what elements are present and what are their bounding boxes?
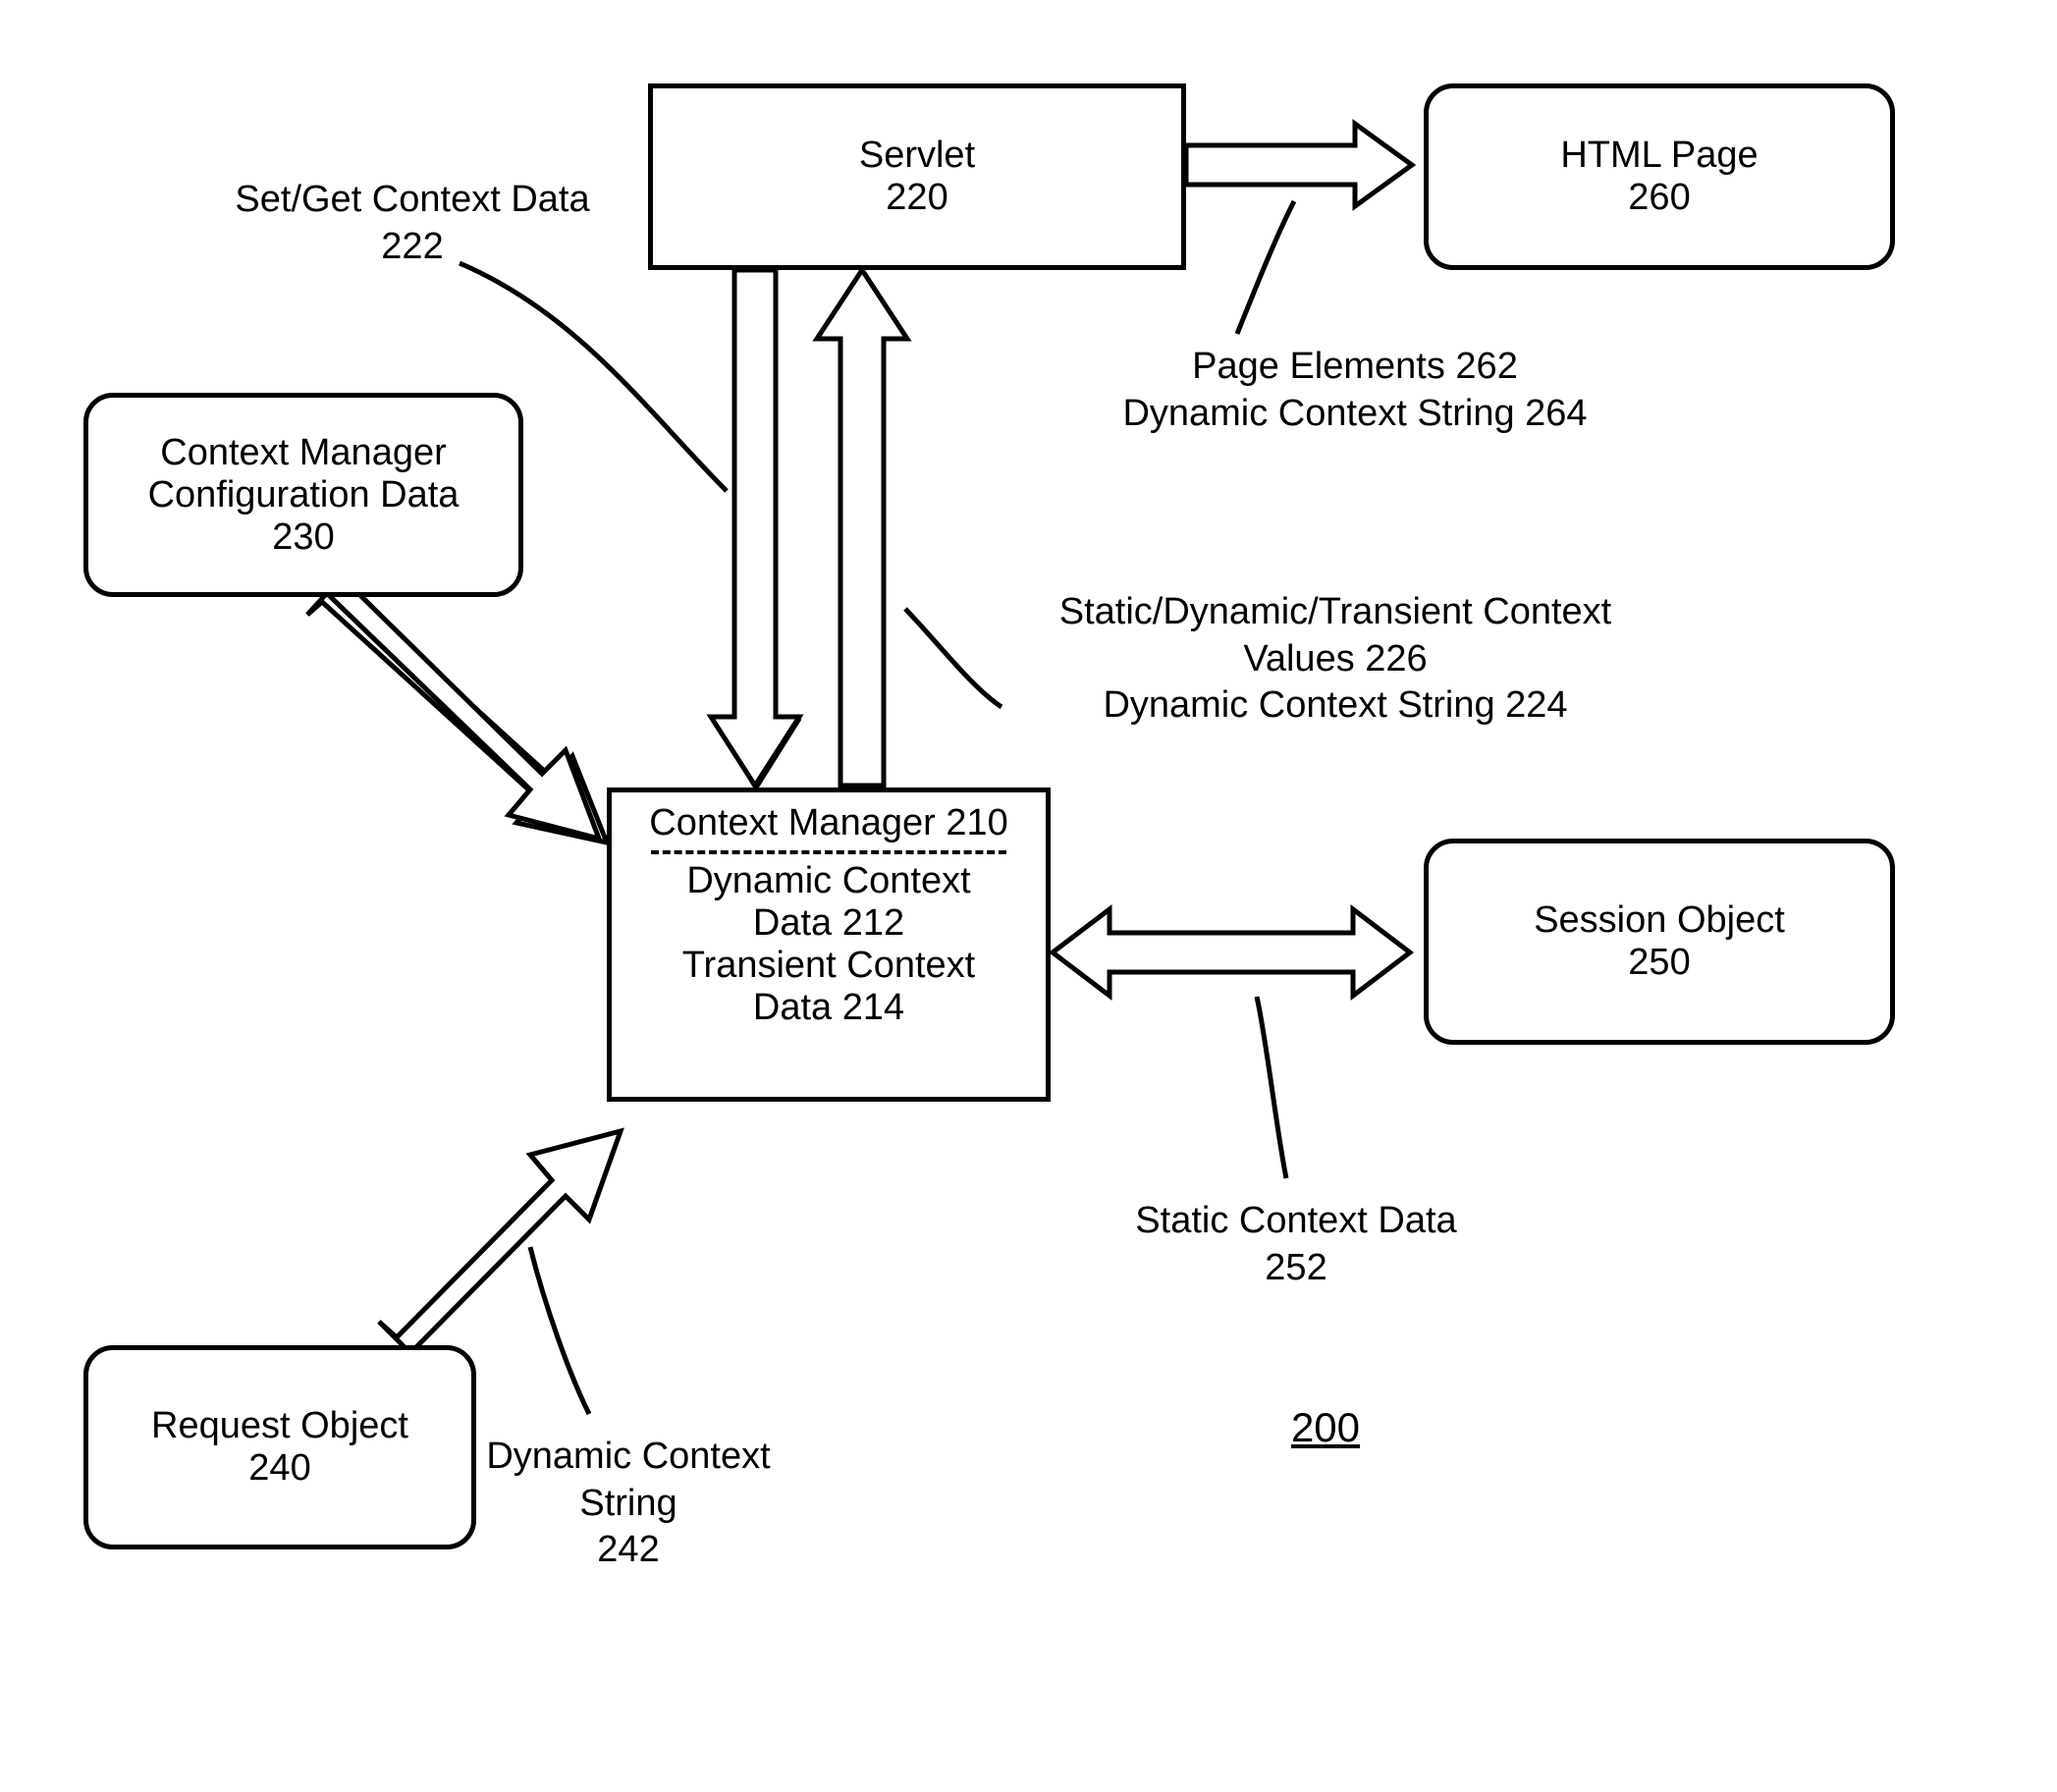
label-context-values: Static/Dynamic/Transient Context Values … (1011, 589, 1659, 730)
leader-242 (530, 1247, 589, 1414)
figure-number: 200 (1267, 1404, 1384, 1451)
config-line1: Context Manager (160, 432, 447, 474)
arrow-cm-to-servlet (817, 270, 907, 786)
config-line2: Configuration Data (148, 474, 460, 516)
leader-252 (1257, 997, 1286, 1178)
cm-title: Context Manager 210 (649, 798, 1007, 850)
cm-trans2: Data 214 (753, 987, 904, 1029)
box-html-page: HTML Page 260 (1424, 83, 1895, 270)
label-ds-3: 242 (452, 1527, 805, 1574)
label-setget-1: Set/Get Context Data (187, 177, 638, 224)
leader-226 (905, 609, 1001, 707)
cm-divider (651, 850, 1006, 854)
label-ds-2: String (452, 1481, 805, 1528)
label-pe-1: Page Elements 262 (1080, 344, 1630, 391)
arrow-cm-session (1053, 909, 1410, 996)
arrow-servlet-down (715, 270, 797, 787)
label-cv-1: Static/Dynamic/Transient Context (1011, 589, 1659, 636)
html-page-ref: 260 (1628, 177, 1690, 219)
box-servlet: Servlet 220 (648, 83, 1186, 270)
label-static-data: Static Context Data 252 (1090, 1198, 1502, 1291)
arrow-servlet-to-cm (711, 270, 799, 786)
label-cv-2: Values 226 (1011, 636, 1659, 683)
arrow-config-to-cm (307, 582, 607, 842)
box-context-manager: Context Manager 210 Dynamic Context Data… (607, 787, 1051, 1102)
arrow-servlet-html (1186, 124, 1412, 206)
label-page-elements: Page Elements 262 Dynamic Context String… (1080, 344, 1630, 437)
arrow-cm-up (819, 270, 905, 787)
box-config: Context Manager Configuration Data 230 (83, 393, 523, 597)
html-page-title: HTML Page (1560, 135, 1758, 177)
servlet-title: Servlet (859, 135, 975, 177)
diagram-stage: Servlet 220 HTML Page 260 Context Manage… (0, 0, 2057, 1792)
label-ds-1: Dynamic Context (452, 1434, 805, 1481)
session-title: Session Object (1534, 899, 1785, 942)
request-ref: 240 (248, 1447, 310, 1490)
arrow-config-to-cm (293, 560, 599, 839)
cm-trans1: Transient Context (682, 945, 976, 987)
label-setget: Set/Get Context Data 222 (187, 177, 638, 270)
label-setget-2: 222 (187, 224, 638, 271)
servlet-ref: 220 (886, 177, 947, 219)
arrow-request-to-cm (379, 1131, 621, 1353)
session-ref: 250 (1628, 942, 1690, 984)
cm-dyn2: Data 212 (753, 902, 904, 945)
box-session: Session Object 250 (1424, 839, 1895, 1045)
figure-number-text: 200 (1291, 1404, 1360, 1450)
label-dyn-string: Dynamic Context String 242 (452, 1434, 805, 1574)
label-cv-3: Dynamic Context String 224 (1011, 682, 1659, 730)
label-sd-2: 252 (1090, 1245, 1502, 1292)
leader-262 (1237, 201, 1294, 334)
label-sd-1: Static Context Data (1090, 1198, 1502, 1245)
label-pe-2: Dynamic Context String 264 (1080, 391, 1630, 438)
config-ref: 230 (272, 516, 334, 559)
box-request: Request Object 240 (83, 1345, 476, 1549)
request-title: Request Object (151, 1405, 408, 1447)
cm-dyn1: Dynamic Context (686, 860, 970, 902)
arrow-servlet-to-html (1186, 126, 1409, 204)
